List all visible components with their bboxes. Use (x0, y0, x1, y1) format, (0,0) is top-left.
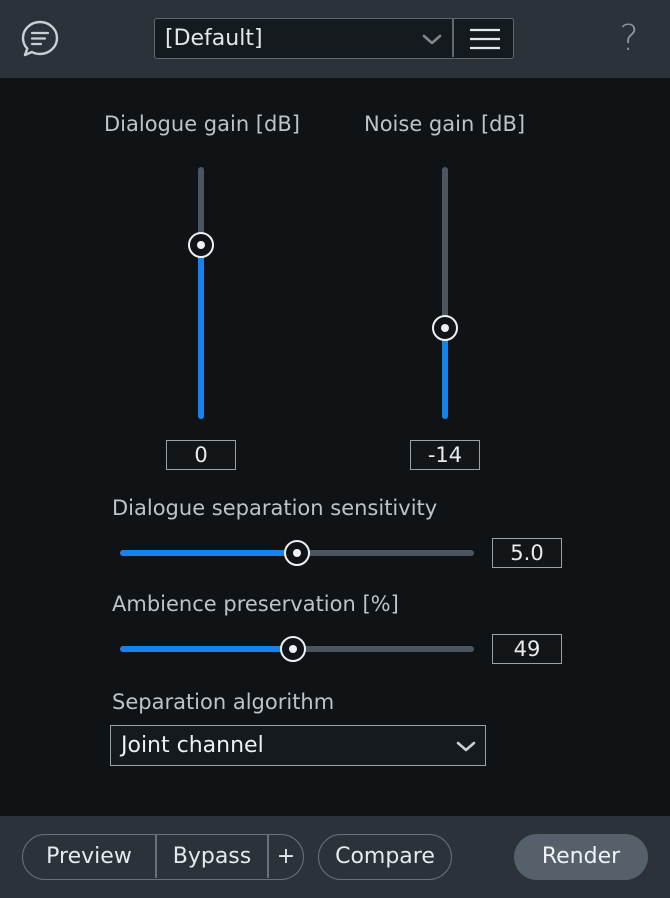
dialogue-gain-slider-handle[interactable] (188, 232, 214, 259)
separation-algorithm-dropdown[interactable]: Joint channel (110, 725, 486, 766)
bypass-button[interactable]: Bypass (157, 835, 267, 878)
chevron-down-icon (422, 34, 442, 45)
ambience-label: Ambience preservation [%] (112, 592, 399, 616)
sensitivity-slider-handle[interactable] (284, 540, 310, 566)
noise-gain-label: Noise gain [dB] (364, 112, 526, 136)
preset-selected-value: [Default] (165, 26, 263, 51)
noise-gain-slider-fill (442, 328, 448, 419)
ambience-value-field[interactable]: 49 (492, 634, 562, 664)
hamburger-menu-icon[interactable] (469, 27, 501, 51)
ambience-slider-fill (120, 646, 294, 652)
add-button[interactable]: + (269, 835, 303, 878)
separation-algorithm-label: Separation algorithm (112, 690, 335, 714)
main-panel (0, 78, 670, 816)
preview-bypass-group: Preview Bypass + (22, 834, 304, 880)
dialogue-gain-slider-fill (198, 245, 204, 419)
chat-bubble-icon[interactable] (20, 19, 60, 59)
chevron-down-icon (456, 741, 476, 752)
preset-dropdown[interactable]: [Default] (154, 18, 514, 59)
separation-algorithm-selected-value: Joint channel (121, 733, 264, 758)
preset-divider (452, 19, 454, 57)
preview-button[interactable]: Preview (23, 835, 155, 878)
sensitivity-label: Dialogue separation sensitivity (112, 496, 438, 520)
question-mark-icon[interactable]: ? (612, 18, 646, 60)
noise-gain-value-field[interactable]: -14 (410, 440, 480, 470)
sensitivity-value-field[interactable]: 5.0 (492, 538, 562, 568)
compare-button[interactable]: Compare (318, 834, 452, 880)
dialogue-gain-label: Dialogue gain [dB] (104, 112, 300, 136)
header-bar: [Default] ? (0, 0, 670, 78)
dialogue-gain-value-field[interactable]: 0 (166, 440, 236, 470)
sensitivity-slider-fill (120, 550, 297, 556)
render-button[interactable]: Render (514, 834, 648, 880)
